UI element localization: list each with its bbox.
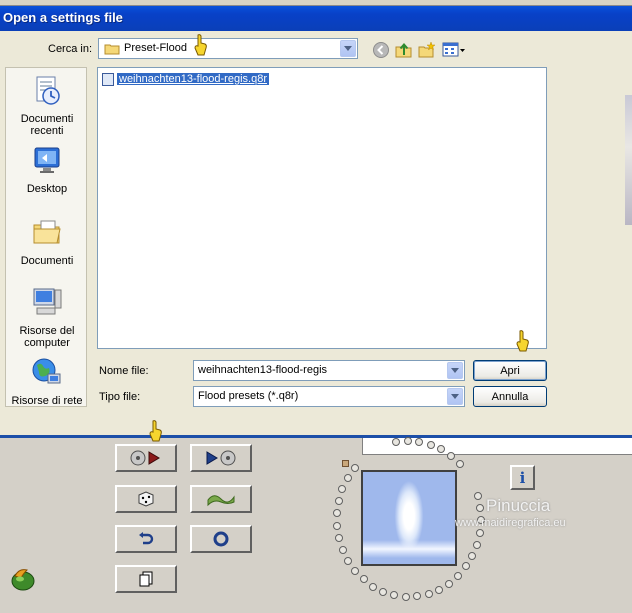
chevron-down-icon[interactable] [340,40,356,57]
file-list[interactable]: weihnachten13-flood-regis.q8r [97,67,547,349]
ring-dot[interactable] [476,503,485,512]
chevron-down-icon[interactable] [447,388,463,405]
watermark-url: www.maidiregrafica.eu [455,517,566,529]
plugin-text-field[interactable] [362,438,632,455]
menu-strip-clipped [0,0,632,6]
undo-button[interactable] [115,525,177,553]
info-icon[interactable]: i [510,465,535,490]
ring-dot[interactable] [334,497,343,505]
pointer-hand-icon [149,420,162,442]
ring-dot[interactable] [369,582,377,591]
back-icon[interactable] [372,41,390,59]
look-in-label: Cerca in: [48,43,93,55]
ring-dot[interactable] [426,440,435,449]
ring-dot[interactable] [475,528,484,537]
ring-dot[interactable] [445,579,454,588]
reset-button[interactable] [190,525,252,553]
file-type-label: Tipo file: [99,391,141,403]
watermark-name: Pinuccia [486,496,551,515]
place-label-line1: Documenti [20,113,74,125]
pointer-hand-icon [516,330,529,352]
desktop-icon [34,147,60,173]
background-window-edge [625,95,632,225]
new-folder-icon[interactable] [418,41,436,59]
ring-start-marker [342,460,349,467]
ring-dot[interactable] [343,474,352,483]
ring-dot[interactable] [455,459,464,468]
look-in-combo[interactable]: Preset-Flood [98,38,358,59]
ring-dot[interactable] [473,540,481,549]
ring-dot[interactable] [424,590,433,599]
up-folder-icon[interactable] [395,41,413,59]
place-label-line1: Desktop [26,183,68,195]
wave-button[interactable] [190,485,252,513]
file-name: weihnachten13-flood-regis.q8r [117,73,269,85]
look-in-value: Preset-Flood [124,42,187,54]
file-name-value: weihnachten13-flood-regis [198,364,328,376]
save-preset-icon [206,450,236,466]
wave-icon [207,495,235,507]
ring-dot[interactable] [350,463,359,472]
undo-icon [139,532,154,545]
ring-dot[interactable] [447,451,456,460]
place-label-line1: Risorse del [19,325,75,337]
cancel-button[interactable]: Annulla [473,386,547,407]
place-my-documents[interactable]: Documenti [6,216,88,267]
file-type-combo[interactable]: Flood presets (*.q8r) [193,386,465,407]
window-title: Open a settings file [3,10,123,25]
reset-icon [213,531,229,547]
view-menu-icon[interactable] [442,41,466,59]
place-desktop[interactable]: Desktop [6,144,88,195]
place-label-line1: Risorse di rete [11,395,83,407]
ring-dot[interactable] [473,491,482,500]
ring-dot[interactable] [351,566,360,575]
place-label-line1: Documenti [20,255,74,267]
my-documents-icon [33,220,61,244]
save-preset-button[interactable] [190,444,252,472]
copy-icon [139,571,153,587]
place-my-computer[interactable]: Risorse del computer [6,286,88,349]
place-network-places[interactable]: Risorse di rete [6,356,88,407]
file-name-label: Nome file: [99,365,149,377]
place-label-line2: computer [24,337,70,349]
plugin-logo-icon [11,569,35,591]
random-button[interactable] [115,485,177,513]
load-preset-icon [130,450,160,466]
copy-button[interactable] [115,565,177,593]
chevron-down-icon[interactable] [447,362,463,379]
place-recent-documents[interactable]: Documenti recenti [6,74,88,137]
my-computer-icon [33,288,62,315]
places-bar: Documenti recenti Desktop Documenti Riso… [5,67,87,407]
open-button[interactable]: Apri [473,360,547,381]
open-file-dialog: Cerca in: Preset-Flood Documenti recenti… [0,31,632,435]
title-bar: Open a settings file [0,0,632,31]
place-label-line2: recenti [30,125,64,137]
load-preset-button[interactable] [115,444,177,472]
ring-dot[interactable] [338,545,347,554]
network-places-icon [32,358,61,384]
file-name-combo[interactable]: weihnachten13-flood-regis [193,360,465,381]
ring-dot[interactable] [401,592,410,601]
file-type-value: Flood presets (*.q8r) [198,390,299,402]
ring-dot[interactable] [403,437,412,445]
pointer-hand-icon [194,34,207,56]
preset-file-icon [102,72,114,86]
recent-documents-icon [36,76,60,105]
file-item[interactable]: weihnachten13-flood-regis.q8r [102,71,269,87]
preview-image [361,470,457,566]
folder-icon [104,44,120,55]
dice-icon [138,491,154,507]
